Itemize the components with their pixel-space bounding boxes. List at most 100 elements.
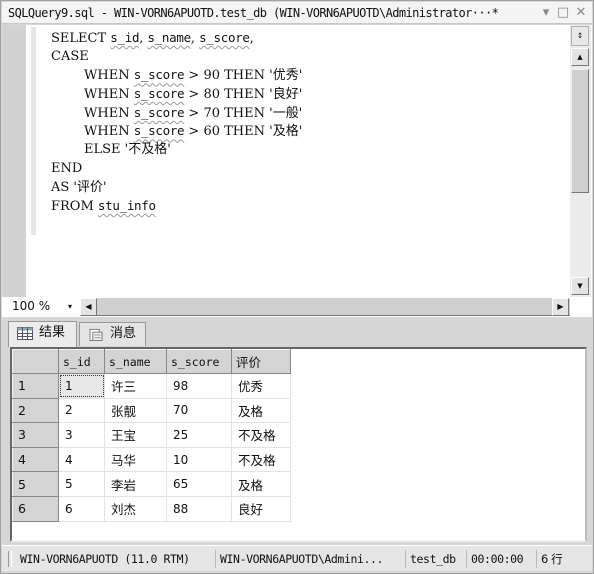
grid-cell-s_name[interactable]: 张靓 bbox=[104, 397, 167, 424]
row-header[interactable]: 1 bbox=[12, 373, 59, 399]
code-token: WHEN bbox=[84, 68, 134, 84]
status-elapsed: 00:00:00 bbox=[466, 550, 524, 568]
identifier: s_id bbox=[110, 30, 140, 45]
scroll-left-icon[interactable]: ◀ bbox=[80, 298, 97, 316]
code-line: WHEN s_score > 80 THEN '良好' bbox=[51, 85, 302, 104]
zoom-value: 100 % bbox=[12, 299, 51, 313]
grid-icon bbox=[17, 327, 33, 340]
row-header[interactable]: 2 bbox=[12, 397, 59, 424]
grid-cell-s_score[interactable]: 88 bbox=[166, 495, 232, 522]
code-token: > 80 THEN '良好' bbox=[184, 87, 303, 103]
grid-cell-s_name[interactable]: 许三 bbox=[104, 373, 167, 399]
messages-icon bbox=[89, 328, 103, 341]
editor-horizontal-scrollbar[interactable]: ◀ ▶ bbox=[80, 298, 570, 316]
grid-cell-s_score[interactable]: 25 bbox=[166, 422, 232, 448]
grid-cell-rating[interactable]: 不及格 bbox=[231, 422, 291, 448]
code-line: ELSE '不及格' bbox=[51, 141, 302, 160]
grid-cell-rating[interactable]: 及格 bbox=[231, 471, 291, 497]
row-header[interactable]: 6 bbox=[12, 495, 59, 522]
code-token: CASE bbox=[51, 48, 89, 64]
status-user: WIN-VORN6APUOTD\Admini... bbox=[215, 550, 383, 568]
grid-header-row: s_id s_name s_score 评价 bbox=[12, 349, 291, 374]
code-line: FROM stu_info bbox=[51, 197, 302, 216]
sql-editor[interactable]: SELECT s_id, s_name, s_score, CASE WHEN s… bbox=[2, 25, 592, 297]
sql-code[interactable]: SELECT s_id, s_name, s_score, CASE WHEN s… bbox=[51, 29, 302, 216]
code-token: WHEN bbox=[84, 105, 134, 121]
grid-cell-s_id[interactable]: 2 bbox=[58, 397, 105, 424]
identifier: s_score bbox=[133, 104, 185, 120]
chevron-down-icon[interactable]: ▾ bbox=[68, 298, 72, 315]
dropdown-icon[interactable]: ▾ bbox=[538, 5, 554, 21]
maximize-icon[interactable]: □ bbox=[555, 5, 571, 21]
grid-cell-rating[interactable]: 不及格 bbox=[231, 446, 291, 473]
code-token: , bbox=[249, 31, 254, 46]
scroll-thumb[interactable] bbox=[571, 69, 589, 193]
results-grid[interactable]: s_id s_name s_score 评价 1 1 许三 98 优秀 2 2 张靓 70 及格 3… bbox=[12, 349, 291, 522]
grid-cell-s_id[interactable]: 1 bbox=[58, 373, 105, 399]
code-token: FROM bbox=[51, 199, 98, 215]
code-token: END bbox=[51, 160, 83, 176]
document-tab-title-bar[interactable]: SQLQuery9.sql - WIN-VORN6APUOTD.test_db … bbox=[2, 2, 592, 24]
row-header[interactable]: 5 bbox=[12, 471, 59, 497]
code-token: ELSE '不及格' bbox=[84, 142, 171, 158]
grid-cell-s_id[interactable]: 4 bbox=[58, 446, 105, 473]
grid-cell-s_name[interactable]: 刘杰 bbox=[104, 495, 167, 522]
status-grip bbox=[8, 551, 12, 567]
scroll-down-icon[interactable]: ▼ bbox=[571, 277, 589, 295]
change-tracking-margin bbox=[31, 27, 36, 235]
table-row[interactable]: 3 3 王宝 25 不及格 bbox=[12, 422, 291, 448]
grid-cell-s_score[interactable]: 98 bbox=[166, 373, 232, 399]
table-row[interactable]: 5 5 李岩 65 及格 bbox=[12, 471, 291, 497]
grid-cell-s_name[interactable]: 马华 bbox=[104, 446, 167, 473]
grid-cell-rating[interactable]: 良好 bbox=[231, 495, 291, 522]
grid-corner[interactable] bbox=[12, 349, 59, 374]
table-row[interactable]: 4 4 马华 10 不及格 bbox=[12, 446, 291, 473]
code-token: > 60 THEN '及格' bbox=[184, 124, 303, 140]
code-token: WHEN bbox=[84, 124, 134, 140]
code-line: SELECT s_id, s_name, s_score, bbox=[51, 29, 302, 48]
tab-messages[interactable]: 消息 bbox=[79, 322, 146, 346]
grid-cell-s_score[interactable]: 70 bbox=[166, 397, 232, 424]
code-line: AS '评价' bbox=[51, 179, 302, 198]
grid-cell-rating[interactable]: 及格 bbox=[231, 397, 291, 424]
row-header[interactable]: 3 bbox=[12, 422, 59, 448]
query-window: SQLQuery9.sql - WIN-VORN6APUOTD.test_db … bbox=[0, 0, 594, 574]
close-icon[interactable]: ✕ bbox=[573, 5, 589, 21]
identifier: s_score bbox=[133, 67, 185, 83]
editor-vertical-scrollbar[interactable]: ↕ ▲ ▼ bbox=[570, 25, 591, 297]
grid-cell-s_id[interactable]: 5 bbox=[58, 471, 105, 497]
grid-cell-s_name[interactable]: 王宝 bbox=[104, 422, 167, 448]
tab-results[interactable]: 结果 bbox=[8, 321, 77, 347]
grid-cell-s_id[interactable]: 3 bbox=[58, 422, 105, 448]
code-token: > 70 THEN '一般' bbox=[184, 105, 303, 121]
code-line: WHEN s_score > 60 THEN '及格' bbox=[51, 122, 302, 141]
status-row-count: 6 行 bbox=[536, 550, 563, 568]
results-grid-panel[interactable]: s_id s_name s_score 评价 1 1 许三 98 优秀 2 2 张靓 70 及格 3… bbox=[10, 347, 587, 542]
zoom-bar: 100 % ▾ ◀ ▶ bbox=[2, 297, 592, 317]
column-header[interactable]: 评价 bbox=[231, 349, 291, 374]
scroll-right-icon[interactable]: ▶ bbox=[552, 298, 569, 316]
code-token: WHEN bbox=[84, 87, 134, 103]
identifier: s_score bbox=[199, 30, 250, 45]
grid-cell-s_score[interactable]: 10 bbox=[166, 446, 232, 473]
editor-gutter bbox=[2, 25, 26, 297]
table-row[interactable]: 6 6 刘杰 88 良好 bbox=[12, 495, 291, 522]
column-header[interactable]: s_name bbox=[104, 349, 167, 374]
split-icon[interactable]: ↕ bbox=[571, 26, 589, 46]
grid-cell-s_id[interactable]: 6 bbox=[58, 495, 105, 522]
code-token: , bbox=[190, 31, 200, 46]
scroll-up-icon[interactable]: ▲ bbox=[571, 48, 589, 66]
table-row[interactable]: 2 2 张靓 70 及格 bbox=[12, 397, 291, 424]
grid-cell-rating[interactable]: 优秀 bbox=[231, 373, 291, 399]
grid-cell-s_score[interactable]: 65 bbox=[166, 471, 232, 497]
column-header[interactable]: s_score bbox=[166, 349, 232, 374]
column-header[interactable]: s_id bbox=[58, 349, 105, 374]
grid-cell-s_name[interactable]: 李岩 bbox=[104, 471, 167, 497]
row-header[interactable]: 4 bbox=[12, 446, 59, 473]
identifier: stu_info bbox=[97, 198, 156, 214]
table-row[interactable]: 1 1 许三 98 优秀 bbox=[12, 373, 291, 399]
zoom-select[interactable]: 100 % ▾ bbox=[6, 298, 80, 316]
